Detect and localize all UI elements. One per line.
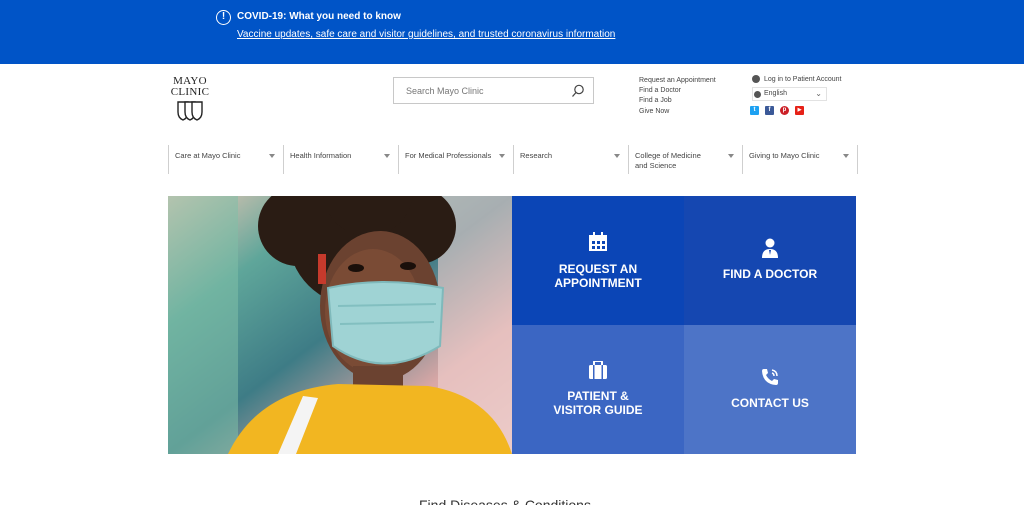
tile-label: FIND A DOCTOR bbox=[722, 267, 818, 281]
main-nav: Care at Mayo Clinic Health Information F… bbox=[168, 145, 858, 174]
caret-down-icon bbox=[728, 154, 734, 158]
tile-find-doctor[interactable]: FIND A DOCTOR bbox=[684, 196, 856, 325]
nav-end-divider bbox=[857, 145, 858, 174]
nav-item-label: Health Information bbox=[290, 151, 352, 160]
caret-down-icon bbox=[843, 154, 849, 158]
caret-down-icon bbox=[499, 154, 505, 158]
nav-item-medical-professionals[interactable]: For Medical Professionals bbox=[398, 145, 513, 174]
nav-item-label: For Medical Professionals bbox=[405, 151, 492, 160]
hero-image bbox=[168, 196, 512, 454]
tile-patient-visitor-guide[interactable]: PATIENT & VISITOR GUIDE bbox=[512, 325, 684, 454]
briefcase-icon bbox=[589, 361, 607, 379]
caret-down-icon bbox=[614, 154, 620, 158]
utility-links: Request an Appointment Find a Doctor Fin… bbox=[639, 76, 716, 117]
tile-contact-us[interactable]: CONTACT US bbox=[684, 325, 856, 454]
banner-link[interactable]: Vaccine updates, safe care and visitor g… bbox=[237, 29, 615, 40]
language-select[interactable]: English ⌄ bbox=[752, 87, 827, 101]
utility-link-find-doctor[interactable]: Find a Doctor bbox=[639, 86, 716, 96]
hero-photo-illustration bbox=[168, 196, 512, 454]
nav-item-research[interactable]: Research bbox=[513, 145, 628, 174]
utility-link-request-appointment[interactable]: Request an Appointment bbox=[639, 76, 716, 86]
user-icon bbox=[752, 75, 760, 83]
tile-request-appointment[interactable]: REQUEST AN APPOINTMENT bbox=[512, 196, 684, 325]
patient-account-link[interactable]: Log in to Patient Account bbox=[752, 75, 841, 83]
social-links: t f p ▶ bbox=[750, 106, 804, 115]
patient-account-label: Log in to Patient Account bbox=[764, 75, 842, 83]
nav-item-label: College of Medicine and Science bbox=[635, 151, 701, 170]
phone-icon bbox=[762, 369, 778, 385]
caret-down-icon bbox=[269, 154, 275, 158]
language-value: English bbox=[764, 90, 787, 97]
covid-banner: ! COVID-19: What you need to know Vaccin… bbox=[0, 0, 1024, 64]
twitter-icon[interactable]: t bbox=[750, 106, 759, 115]
nav-item-college[interactable]: College of Medicine and Science bbox=[628, 145, 742, 174]
logo-line-2: CLINIC bbox=[170, 86, 210, 98]
section-title: Find Diseases & Conditions bbox=[419, 497, 591, 505]
tile-label: CONTACT US bbox=[731, 396, 809, 410]
info-icon: ! bbox=[216, 10, 231, 25]
tile-label: PATIENT & VISITOR GUIDE bbox=[553, 389, 643, 417]
search-placeholder: Search Mayo Clinic bbox=[406, 86, 484, 96]
utility-link-give-now[interactable]: Give Now bbox=[639, 107, 716, 117]
nav-item-care[interactable]: Care at Mayo Clinic bbox=[168, 145, 283, 174]
caret-down-icon bbox=[384, 154, 390, 158]
search-icon[interactable] bbox=[571, 84, 585, 98]
youtube-icon[interactable]: ▶ bbox=[795, 106, 804, 115]
globe-icon bbox=[754, 91, 761, 98]
mayo-clinic-logo[interactable]: MAYO CLINIC bbox=[168, 76, 212, 122]
facebook-icon[interactable]: f bbox=[765, 106, 774, 115]
pinterest-icon[interactable]: p bbox=[780, 106, 789, 115]
nav-item-label: Giving to Mayo Clinic bbox=[749, 151, 820, 160]
nav-item-health-information[interactable]: Health Information bbox=[283, 145, 398, 174]
doctor-icon bbox=[762, 238, 778, 258]
utility-link-find-job[interactable]: Find a Job bbox=[639, 96, 716, 106]
search-input[interactable]: Search Mayo Clinic bbox=[393, 77, 594, 104]
nav-item-label: Research bbox=[520, 151, 553, 160]
banner-title: COVID-19: What you need to know bbox=[237, 11, 401, 22]
nav-item-label: Care at Mayo Clinic bbox=[175, 151, 241, 160]
nav-item-giving[interactable]: Giving to Mayo Clinic bbox=[742, 145, 857, 174]
shields-icon bbox=[177, 101, 203, 121]
tile-label: REQUEST AN APPOINTMENT bbox=[554, 262, 642, 290]
chevron-down-icon: ⌄ bbox=[815, 89, 822, 98]
calendar-icon bbox=[589, 232, 607, 251]
